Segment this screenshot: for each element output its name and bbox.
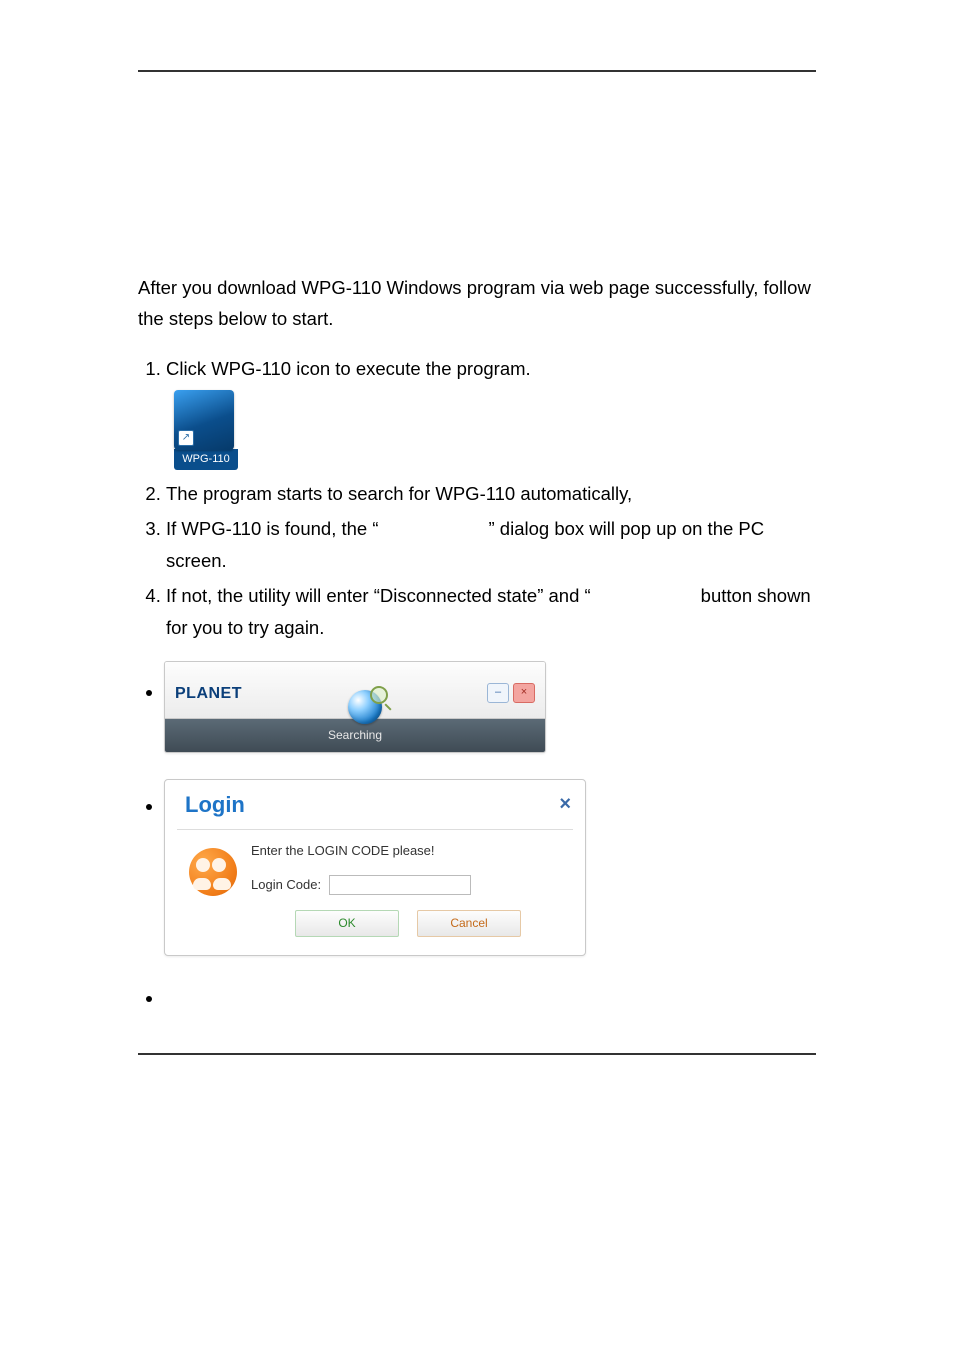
login-message: Enter the LOGIN CODE please! [251, 840, 565, 862]
step-3: If WPG-110 is found, the “” dialog box w… [166, 513, 816, 576]
bottom-divider [138, 1053, 816, 1055]
bullet-login: Login × Enter the LOGIN CODE please! Log… [164, 779, 816, 956]
login-dialog-title: Login [185, 786, 245, 823]
login-close-button[interactable]: × [559, 787, 571, 821]
login-code-input[interactable] [329, 875, 471, 895]
globe-search-icon [348, 690, 382, 724]
step-1: Click WPG-110 icon to execute the progra… [166, 353, 816, 384]
login-ok-button[interactable]: OK [295, 910, 399, 936]
searching-panel: PLANET – × Searching [164, 661, 546, 752]
wpg110-desktop-icon[interactable]: ↗ WPG-110 [174, 390, 238, 470]
login-cancel-button[interactable]: Cancel [417, 910, 521, 936]
step-2: The program starts to search for WPG-110… [166, 478, 816, 509]
users-avatar-icon [189, 848, 237, 896]
login-code-label: Login Code: [251, 874, 321, 896]
bullet-searching: PLANET – × Searching [164, 661, 816, 752]
intro-paragraph: After you download WPG-110 Windows progr… [138, 272, 816, 335]
login-divider [177, 829, 573, 830]
bullet-empty [164, 982, 816, 1013]
wpg110-icon-label: WPG-110 [174, 449, 238, 470]
login-dialog: Login × Enter the LOGIN CODE please! Log… [164, 779, 586, 956]
step-4: If not, the utility will enter “Disconne… [166, 580, 816, 643]
top-divider [138, 70, 816, 72]
close-button[interactable]: × [513, 683, 535, 703]
minimize-button[interactable]: – [487, 683, 509, 703]
searching-status: Searching [165, 718, 545, 751]
planet-logo: PLANET [175, 680, 242, 707]
shortcut-arrow-icon: ↗ [178, 430, 194, 446]
